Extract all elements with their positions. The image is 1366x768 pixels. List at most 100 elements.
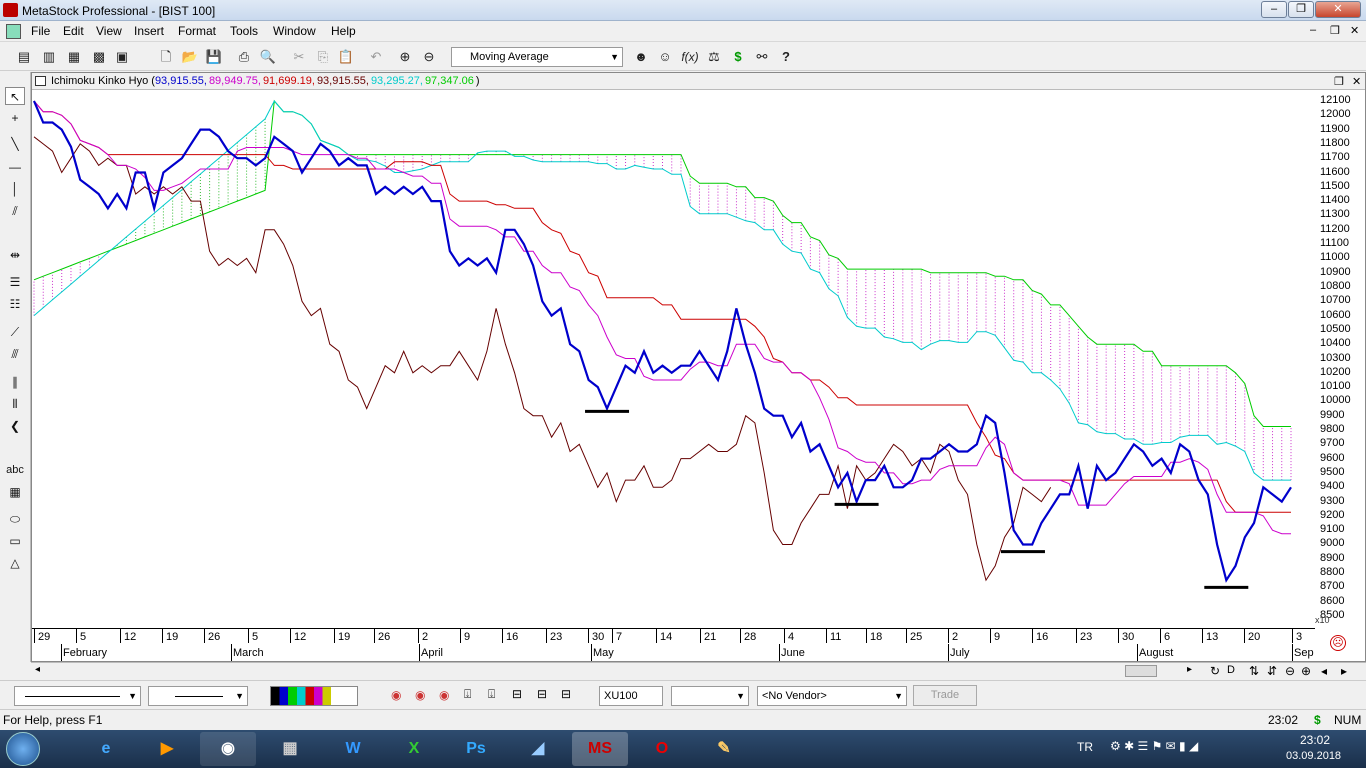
chrome-icon-2[interactable]: ◉ [415,688,425,702]
ellipse-icon[interactable]: ⬭ [5,510,25,528]
window-icon-3[interactable]: ⊟ [561,687,571,701]
chart-restore-button[interactable]: ❐ [1334,74,1344,90]
text-tool-icon[interactable]: abc [5,461,25,479]
layout-icon[interactable]: ▤ [15,48,33,66]
scroll-thumb[interactable] [1125,665,1157,677]
internet-explorer-icon[interactable]: e [78,732,134,766]
step-right-icon[interactable]: ▸ [1341,664,1347,678]
notes-icon[interactable]: ◢ [510,732,566,766]
menu-tools[interactable]: Tools [230,24,258,38]
tile-vertical-icon[interactable]: ▥ [40,48,58,66]
start-button[interactable] [6,732,40,766]
minimize-button[interactable]: – [1261,1,1287,18]
scroll-left-icon[interactable]: ◂ [35,664,40,675]
copy-icon[interactable]: ⎘ [314,48,332,66]
open-folder-icon[interactable]: 📂 [181,48,199,66]
symbol-input[interactable]: XU100 [599,686,663,706]
document-icon[interactable] [6,24,21,39]
zoom-in-icon[interactable]: ⊕ [1301,664,1311,678]
mdi-close-button[interactable]: ✕ [1350,24,1359,37]
zoom-out-icon[interactable]: ⊖ [1285,664,1295,678]
horizontal-line-icon[interactable]: — [5,158,25,176]
excel-icon[interactable]: X [386,732,442,766]
fibonacci-icon[interactable]: ☰ [5,273,25,291]
calculator-icon[interactable]: ▦ [262,732,318,766]
binoculars-icon[interactable]: ⚯ [753,48,771,66]
metastock-taskbar-icon[interactable]: MS [572,732,628,766]
photoshop-icon[interactable]: Ps [448,732,504,766]
crosshair-tool-icon[interactable]: + [5,109,25,127]
menu-format[interactable]: Format [178,24,216,38]
color-palette[interactable] [270,686,358,706]
print-preview-icon[interactable]: 🔍 [259,48,277,66]
cycle-lines-icon[interactable]: ⦀ [5,395,25,413]
chrome-taskbar-icon[interactable]: ◉ [200,732,256,766]
chrome-icon-3[interactable]: ◉ [439,688,449,702]
periodicity-icon[interactable]: D [1227,664,1235,676]
window-icon-2[interactable]: ⊟ [537,687,547,701]
parallel-lines-icon[interactable]: ∥ [5,373,25,391]
tile-horizontal-icon[interactable]: ▦ [65,48,83,66]
mdi-restore-button[interactable]: ❐ [1330,24,1340,37]
save-icon[interactable]: 💾 [205,48,223,66]
step-left-icon[interactable]: ◂ [1321,664,1327,678]
rectangle-icon[interactable]: ▭ [5,532,25,550]
trendline-icon[interactable]: ╲ [5,135,25,153]
clock-time[interactable]: 23:02 [1300,733,1330,747]
pointer-icon[interactable]: ↖ [5,87,25,105]
menu-edit[interactable]: Edit [63,24,84,38]
mdi-minimize-button[interactable]: – [1310,24,1316,36]
vendor-combo[interactable]: <No Vendor> ▼ [757,686,907,706]
arrange-icon[interactable]: ▣ [113,48,131,66]
scroll-right-icon[interactable]: ▸ [1187,664,1192,675]
cut-icon[interactable]: ✂ [290,48,308,66]
stack-icon-2[interactable]: ⍗ [488,687,495,702]
word-icon[interactable]: W [325,732,381,766]
close-button[interactable]: ✕ [1315,1,1361,18]
chart-scroll-bar[interactable]: ◂ ▸ ↻ D ⇅ ⇵ ⊖ ⊕ ◂ ▸ [31,662,1366,679]
undo-icon[interactable]: ↶ [367,48,385,66]
vertical-line-icon[interactable]: │ [5,180,25,198]
retracement-icon[interactable]: ☷ [5,295,25,313]
triangle-icon[interactable]: △ [5,554,25,572]
dollar-icon[interactable]: $ [729,48,747,66]
split-icon[interactable]: ⫽ [5,202,25,220]
paint-icon[interactable]: ✎ [696,732,752,766]
table-icon[interactable]: ▦ [5,483,25,501]
expand-icon[interactable]: ⇵ [1267,664,1277,678]
zoom-icon[interactable]: ⊖ [420,48,438,66]
menu-file[interactable]: File [31,24,50,38]
line-weight-combo[interactable]: ▼ [148,686,248,706]
system-tester-icon[interactable]: ⚖ [705,48,723,66]
formula-icon[interactable]: f(x) [681,48,699,66]
arc-icon[interactable]: ❮ [5,417,25,435]
tray-icons[interactable]: ⚙ ✱ ☰ ⚑ ✉ ▮ ◢ [1110,739,1198,753]
compress-icon[interactable]: ⇅ [1249,664,1259,678]
indicator-combo[interactable]: Moving Average ▼ [451,47,623,67]
crosshair-icon[interactable]: ⊕ [396,48,414,66]
window-icon[interactable]: ⊟ [512,687,522,701]
new-file-icon[interactable]: 🗋 [157,48,175,66]
grid-icon[interactable]: ▩ [90,48,108,66]
ichimoku-chart[interactable] [32,90,1313,626]
chrome-icon[interactable]: ◉ [391,688,401,702]
scroll-icon[interactable]: ⇹ [5,246,25,264]
period-combo[interactable]: ▼ [671,686,749,706]
language-indicator[interactable]: TR [1077,740,1093,754]
chart-close-button[interactable]: ✕ [1352,74,1361,90]
paste-icon[interactable]: 📋 [337,48,355,66]
explorer-icon[interactable]: ☺ [656,48,674,66]
restore-button[interactable]: ❐ [1288,1,1314,18]
menu-help[interactable]: Help [331,24,356,38]
print-icon[interactable]: ⎙ [235,48,253,66]
media-player-icon[interactable]: ▶ [139,732,195,766]
menu-view[interactable]: View [96,24,122,38]
expert-icon[interactable]: ☻ [632,48,650,66]
speed-lines-icon[interactable]: ⟋ [5,323,25,341]
line-style-combo[interactable]: ▼ [14,686,141,706]
refresh-icon[interactable]: ↻ [1210,664,1220,678]
stack-icon[interactable]: ⍗ [464,687,471,702]
trade-button[interactable]: Trade [913,685,977,706]
clock-date[interactable]: 03.09.2018 [1286,750,1341,762]
menu-insert[interactable]: Insert [134,24,164,38]
